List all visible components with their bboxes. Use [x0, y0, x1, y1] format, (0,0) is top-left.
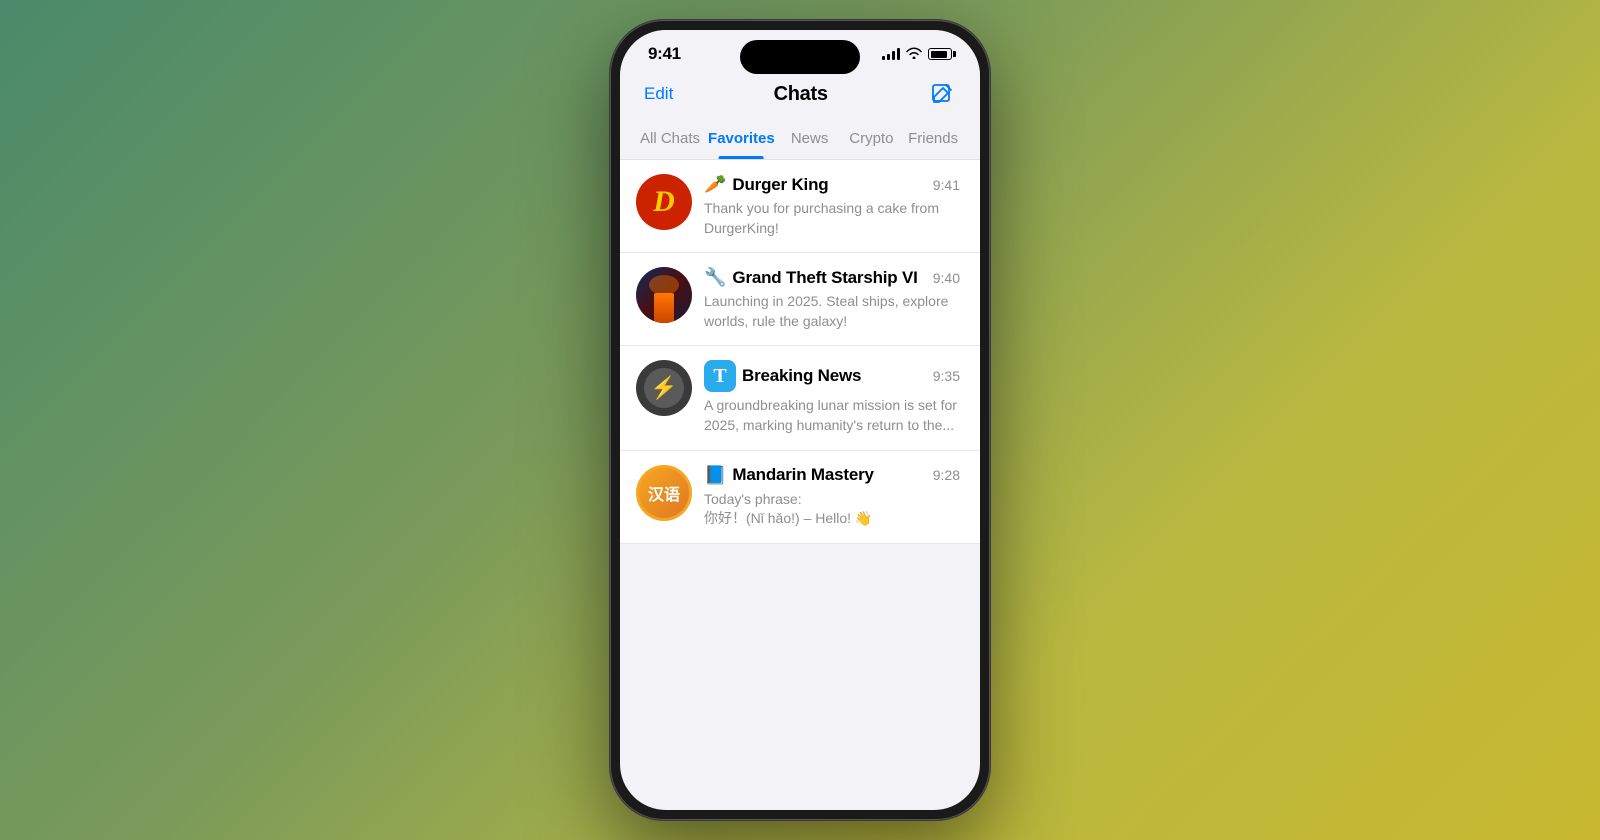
avatar: D — [636, 174, 692, 230]
tab-news[interactable]: News — [779, 120, 841, 159]
chat-name: Grand Theft Starship VI — [732, 268, 917, 288]
chat-time: 9:40 — [933, 270, 960, 286]
chat-time: 9:35 — [933, 368, 960, 384]
chat-preview: Today's phrase:你好！(Nǐ hǎo!) – Hello! 👋 — [704, 490, 960, 529]
chat-name: Mandarin Mastery — [732, 465, 873, 485]
chat-name: Breaking News — [742, 366, 861, 386]
phone-screen: 9:41 — [620, 30, 980, 810]
bot-icon: 📘 — [704, 465, 726, 486]
nav-bar: Edit Chats — [620, 72, 980, 120]
list-item[interactable]: 汉语 📘 Mandarin Mastery 9:28 Today's phras… — [620, 451, 980, 544]
chat-content: 🔧 Grand Theft Starship VI 9:40 Launching… — [704, 267, 960, 331]
tab-friends[interactable]: Friends — [902, 120, 964, 159]
phone-frame: 9:41 — [610, 20, 990, 820]
compose-icon — [930, 82, 954, 106]
signal-icon — [882, 48, 900, 60]
bot-icon: 🔧 — [704, 267, 726, 288]
chat-time: 9:28 — [933, 467, 960, 483]
chat-name: Durger King — [732, 175, 828, 195]
tab-favorites[interactable]: Favorites — [704, 120, 779, 159]
page-title: Chats — [774, 83, 828, 106]
avatar — [636, 267, 692, 323]
tab-bar: All Chats Favorites News Crypto Friends — [620, 120, 980, 160]
dynamic-island — [740, 40, 860, 74]
edit-button[interactable]: Edit — [644, 84, 673, 104]
chat-preview: Thank you for purchasing a cake from Dur… — [704, 199, 960, 238]
tab-crypto[interactable]: Crypto — [840, 120, 902, 159]
chat-preview: A groundbreaking lunar mission is set fo… — [704, 396, 960, 435]
compose-button[interactable] — [928, 80, 956, 108]
avatar: 汉语 — [636, 465, 692, 521]
tab-all-chats[interactable]: All Chats — [636, 120, 704, 159]
wifi-icon — [906, 47, 922, 62]
chat-content: 📘 Mandarin Mastery 9:28 Today's phrase:你… — [704, 465, 960, 529]
battery-icon — [928, 48, 952, 60]
battery-fill — [931, 51, 947, 58]
status-bar: 9:41 — [620, 30, 980, 72]
chat-time: 9:41 — [933, 177, 960, 193]
status-time: 9:41 — [648, 44, 681, 64]
chat-content: 🥕 Durger King 9:41 Thank you for purchas… — [704, 174, 960, 238]
status-icons — [882, 47, 952, 62]
chat-preview: Launching in 2025. Steal ships, explore … — [704, 292, 960, 331]
chat-content: T Breaking News 9:35 A groundbreaking lu… — [704, 360, 960, 435]
bot-icon: 🥕 — [704, 174, 726, 195]
bot-icon: T — [704, 360, 736, 392]
avatar: ⚡ — [636, 360, 692, 416]
list-item[interactable]: D 🥕 Durger King 9:41 Thank you for purch… — [620, 160, 980, 253]
list-item[interactable]: 🔧 Grand Theft Starship VI 9:40 Launching… — [620, 253, 980, 346]
list-item[interactable]: ⚡ T Breaking News 9:35 A groundbreaking … — [620, 346, 980, 450]
chat-list: D 🥕 Durger King 9:41 Thank you for purch… — [620, 160, 980, 544]
